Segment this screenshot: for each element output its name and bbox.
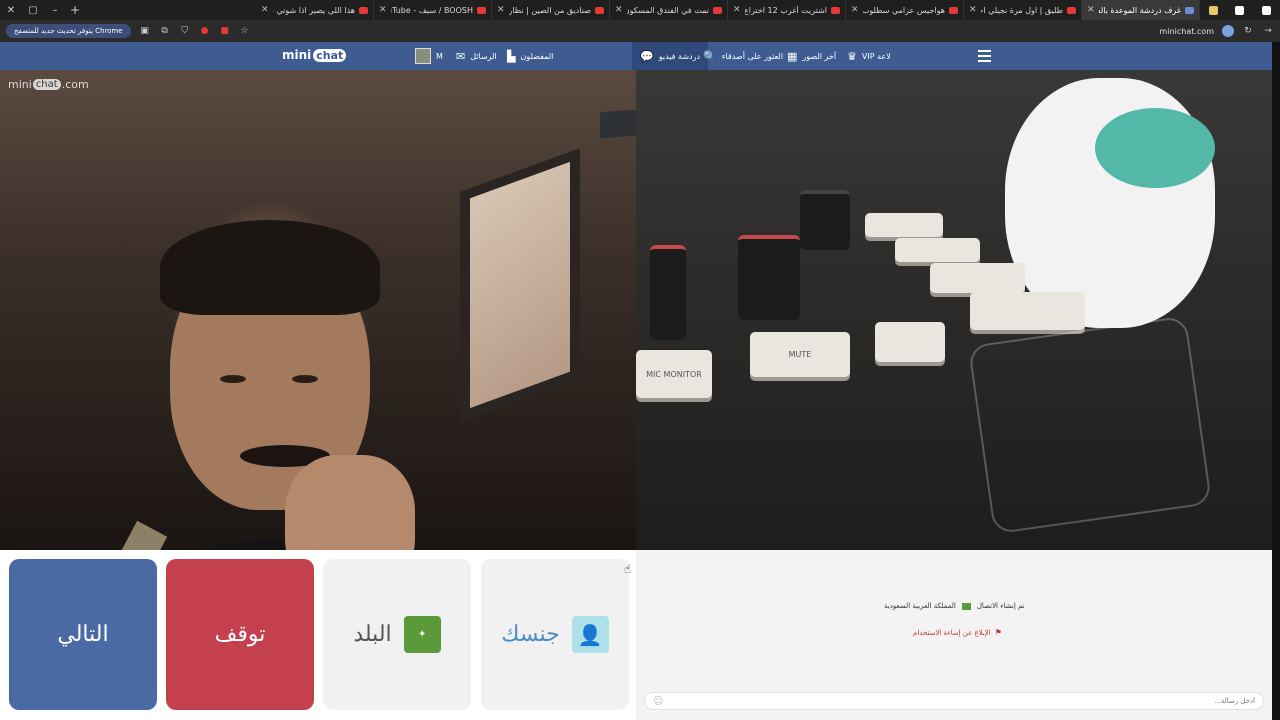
message-input[interactable] bbox=[695, 697, 1255, 705]
user-avatar bbox=[415, 48, 431, 64]
report-abuse-link[interactable]: الإبلاغ عن إساءة الاستخدام ⚑ bbox=[913, 628, 1002, 637]
close-tab-icon[interactable]: ✕ bbox=[1087, 5, 1095, 15]
bookmark-icon: ▙ bbox=[507, 49, 516, 63]
person-silhouette-icon: 👤 bbox=[571, 616, 609, 653]
extension-icon[interactable] bbox=[1208, 5, 1218, 15]
crown-icon: ♛ bbox=[847, 49, 857, 63]
menu-hamburger-icon[interactable] bbox=[978, 50, 991, 65]
mixer-key bbox=[970, 292, 1085, 330]
close-tab-icon[interactable]: ✕ bbox=[261, 5, 269, 15]
new-tab-button[interactable]: + bbox=[66, 3, 84, 17]
profile-avatar-icon[interactable] bbox=[1222, 25, 1234, 37]
maximize-window-icon[interactable]: ▢ bbox=[22, 0, 44, 20]
seatbelt bbox=[66, 520, 168, 550]
envelope-icon: ✉ bbox=[456, 49, 466, 63]
browser-tab[interactable]: ✕ هواجيس عزامي سطلوب - ٠٠٠ - ad bbox=[846, 0, 964, 20]
mixer-key bbox=[930, 263, 1025, 293]
forward-icon[interactable]: → bbox=[1262, 26, 1274, 36]
mixer-knob bbox=[650, 245, 686, 340]
browser-tab[interactable]: ✕ غرف دردشة الموعدة بالفيديو bbox=[1082, 0, 1200, 20]
tab-favicon bbox=[1185, 6, 1194, 14]
tab-strip-extras bbox=[1200, 5, 1280, 15]
close-tab-icon[interactable]: ✕ bbox=[851, 5, 859, 15]
youtube-icon bbox=[359, 6, 368, 14]
browser-toolbar: يتوفر تحديث جديد للمتصفح Chrome ▣ ⧉ ⛉ ● … bbox=[0, 20, 1280, 42]
country-select-button[interactable]: البلد ✦ bbox=[323, 559, 471, 710]
robot-toy-accent bbox=[1095, 108, 1215, 188]
mixer-key bbox=[865, 213, 943, 237]
partner-video bbox=[0, 70, 636, 550]
emoji-icon[interactable]: ☺ bbox=[653, 696, 663, 707]
saudi-flag-icon: ✦ bbox=[403, 616, 441, 653]
bookmark-star-icon[interactable]: ☆ bbox=[239, 26, 251, 36]
person-hair bbox=[160, 220, 380, 315]
tab-search-icon[interactable] bbox=[1262, 5, 1272, 15]
nav-messages[interactable]: ✉ الرسائل bbox=[456, 42, 497, 70]
mixer-key bbox=[895, 238, 980, 262]
person-eye bbox=[220, 375, 246, 383]
stop-button[interactable]: توقف bbox=[166, 559, 314, 710]
eyeglasses bbox=[967, 315, 1213, 535]
report-flag-icon: ⚑ bbox=[994, 628, 1002, 637]
nav-latest-photos[interactable]: ▦ آخر الصور bbox=[787, 42, 836, 70]
adblock-icon[interactable]: ■ bbox=[219, 26, 231, 36]
close-tab-icon[interactable]: ✕ bbox=[615, 5, 623, 15]
chat-bubble-icon: 💬 bbox=[640, 49, 654, 63]
mic-monitor-key: MIC MONITOR bbox=[636, 350, 712, 398]
close-window-icon[interactable]: ✕ bbox=[0, 0, 22, 20]
scrollbar-strip[interactable] bbox=[1272, 42, 1280, 720]
minichat-watermark: mini chat .com bbox=[8, 78, 89, 91]
nav-video-chat[interactable]: 💬 دردشة فيديو bbox=[632, 42, 709, 70]
message-input-box: ☺ bbox=[644, 692, 1264, 710]
site-navbar: mini chat M ✉ الرسائل ▙ المفضلون 💬 دردشة… bbox=[0, 42, 1280, 70]
search-icon: 🔍 bbox=[703, 49, 717, 63]
youtube-icon bbox=[831, 6, 840, 14]
browser-tab[interactable]: ✕ صناديق من الصين | نظارة فيها bbox=[492, 0, 610, 20]
youtube-icon bbox=[713, 6, 722, 14]
nav-favorites[interactable]: ▙ المفضلون bbox=[507, 42, 553, 70]
nav-vip[interactable]: ♛ VIP لاعة bbox=[847, 42, 891, 70]
shield-icon[interactable]: ⛉ bbox=[179, 26, 191, 36]
close-tab-icon[interactable]: ✕ bbox=[497, 5, 505, 15]
close-tab-icon[interactable]: ✕ bbox=[969, 5, 977, 15]
car-window bbox=[460, 148, 580, 422]
connection-status: المملكة العربية السعودية تم إنشاء الاتصا… bbox=[884, 602, 1025, 610]
address-url[interactable]: minichat.com bbox=[1160, 27, 1214, 36]
person-eye bbox=[292, 375, 318, 383]
browser-tab[interactable]: ✕ طليق | اول مرة نجيلي اجرب سيارة bbox=[964, 0, 1082, 20]
youtube-icon bbox=[595, 6, 604, 14]
close-tab-icon[interactable]: ✕ bbox=[379, 5, 387, 15]
minimize-window-icon[interactable]: – bbox=[44, 0, 66, 20]
grid-icon: ▦ bbox=[787, 49, 798, 63]
chrome-update-button[interactable]: يتوفر تحديث جديد للمتصفح Chrome bbox=[6, 24, 131, 38]
browser-tab-strip: ✕ ▢ – + ✕ غرف دردشة الموعدة بالفيديو ✕ ط… bbox=[0, 0, 1280, 20]
browser-tab[interactable]: ✕ هذا اللي يصير اذا شوتي طفشان bbox=[256, 0, 374, 20]
minichat-logo[interactable]: mini chat bbox=[282, 48, 347, 62]
browser-tab[interactable]: ✕ نمت في الفندق المسكون | اصوات bbox=[610, 0, 728, 20]
browser-tab[interactable]: ✕ اشتريت أغرب 12 اختراع من شي إن bbox=[728, 0, 846, 20]
nav-user-profile[interactable]: M bbox=[415, 42, 443, 70]
extension-icon[interactable] bbox=[1235, 5, 1245, 15]
red-extension-icon[interactable]: ● bbox=[199, 26, 211, 36]
person-hand bbox=[285, 455, 415, 550]
mute-key: MUTE bbox=[750, 332, 850, 377]
mixer-knob bbox=[800, 190, 850, 250]
mixer-key bbox=[875, 322, 945, 362]
puzzle-icon[interactable]: ⧉ bbox=[159, 26, 171, 36]
mouse-pointer-icon: ☝ bbox=[624, 562, 632, 576]
saudi-flag-icon bbox=[961, 602, 971, 610]
browser-tab[interactable]: ✕ BOOSH / سيف - YouTube bbox=[374, 0, 492, 20]
nav-find-friends[interactable]: 🔍 العثور على أصدقاء bbox=[703, 42, 783, 70]
youtube-icon bbox=[477, 6, 486, 14]
close-tab-icon[interactable]: ✕ bbox=[733, 5, 741, 15]
youtube-icon bbox=[949, 6, 958, 14]
gender-select-button[interactable]: جنسك 👤 bbox=[481, 559, 629, 710]
mixer-knob bbox=[738, 235, 800, 320]
reload-icon[interactable]: ↻ bbox=[1242, 26, 1254, 36]
next-button[interactable]: التالي bbox=[9, 559, 157, 710]
extensions-icon[interactable]: ▣ bbox=[139, 26, 151, 36]
youtube-icon bbox=[1067, 6, 1076, 14]
tab-list: ✕ غرف دردشة الموعدة بالفيديو ✕ طليق | او… bbox=[84, 0, 1200, 20]
